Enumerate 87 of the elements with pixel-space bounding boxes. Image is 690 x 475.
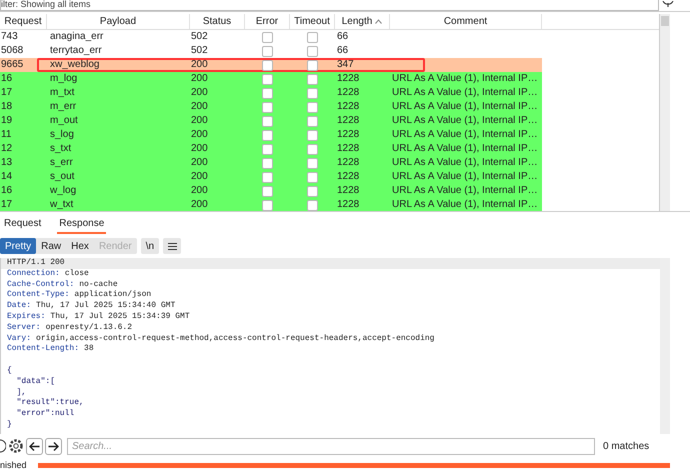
table-cell-text: 200 [190, 114, 209, 128]
table-cell-text: 347 [336, 58, 355, 72]
header-value: close [64, 268, 89, 278]
table-cell-text: 18 [0, 100, 14, 114]
header-value: openresty/1.13.6.2 [46, 322, 132, 332]
table-cell-text: 66 [336, 30, 350, 44]
table-cell-text: 502 [190, 30, 209, 44]
table-cell-text: 1228 [336, 128, 360, 142]
table-cell-text: 1228 [336, 72, 360, 86]
json-line: } [7, 420, 12, 429]
table-cell-text: m_log [49, 72, 78, 86]
table-cell-text: URL As A Value (1), Internal IP… [391, 184, 539, 198]
table-cell-text: 17 [0, 198, 14, 211]
table-cell-text: m_txt [49, 86, 76, 100]
table-cell-text: 200 [190, 170, 209, 184]
table-cell-text: 200 [190, 58, 209, 72]
header-name: Vary: [7, 334, 32, 343]
table-cell-text: URL As A Value (1), Internal IP… [391, 128, 539, 142]
table-cell-text: 1228 [336, 170, 360, 184]
status-line: HTTP/1.1 200 [7, 258, 65, 267]
header-name: Cache-Control: [7, 280, 74, 289]
table-cell-text: URL As A Value (1), Internal IP… [391, 72, 539, 86]
table-cell-text: 200 [190, 156, 209, 170]
json-line: ], [16, 388, 26, 397]
table-cell-text: URL As A Value (1), Internal IP… [391, 100, 539, 114]
table-cell-text: m_err [49, 100, 78, 114]
table-cell-text: 13 [0, 156, 14, 170]
table-cell-text: 502 [190, 44, 209, 58]
table-cell-text: 17 [0, 86, 14, 100]
table-cell-text: 200 [190, 100, 209, 114]
table-cell-text: xw_weblog [49, 58, 100, 72]
table-cell-text: 9665 [0, 58, 24, 72]
header-value: Thu, 17 Jul 2025 15:34:40 GMT [36, 301, 176, 310]
table-cell-text: 19 [0, 114, 14, 128]
table-cell-text: 200 [190, 198, 209, 211]
table-cell-text: 14 [0, 170, 14, 184]
table-cell-text: 200 [190, 72, 209, 86]
table-cell-text: anagina_err [49, 30, 104, 44]
json-line: { [7, 366, 12, 375]
table-cell-text: w_txt [49, 198, 74, 211]
table-cell-text: 66 [336, 44, 350, 58]
table-cell-text: 743 [0, 30, 19, 44]
table-cell-text: URL As A Value (1), Internal IP… [391, 198, 539, 211]
table-cell-text: s_err [49, 156, 74, 170]
table-cell-text: terrytao_err [49, 44, 103, 58]
header-value: application/json [74, 290, 152, 300]
header-value: no-cache [79, 280, 118, 289]
json-line: "data":[ [16, 376, 56, 386]
table-cell-text: 200 [190, 128, 209, 142]
table-cell-text: 5068 [0, 44, 24, 58]
table-cell-text: 200 [190, 86, 209, 100]
status-text: nished [0, 460, 28, 470]
header-value: Thu, 17 Jul 2025 15:34:39 GMT [50, 312, 190, 321]
table-cell-text: 1228 [336, 142, 360, 156]
table-cell-text: URL As A Value (1), Internal IP… [391, 114, 539, 128]
header-name: Server: [7, 322, 41, 332]
table-cell-text: 16 [0, 72, 14, 86]
table-cell-text: 1228 [336, 198, 360, 211]
table-cell-text: URL As A Value (1), Internal IP… [391, 86, 539, 100]
match-count: 0 matches [603, 440, 650, 454]
table-cell-text: 12 [0, 142, 14, 156]
header-name: Content-Type: [7, 290, 70, 300]
json-line: "result":true, [16, 398, 84, 408]
table-cell-text: 1228 [336, 100, 360, 114]
header-value: 38 [84, 344, 94, 354]
table-cell-text: 1228 [336, 114, 360, 128]
table-cell-text: m_out [49, 114, 79, 128]
table-cell-text: 16 [0, 184, 14, 198]
table-cell-text: s_out [49, 170, 76, 184]
table-cell-text: s_txt [49, 142, 72, 156]
table-cell-text: URL As A Value (1), Internal IP… [391, 156, 539, 170]
header-value: origin,access-control-request-method,access-control-request-headers,accept-encoding [36, 334, 434, 343]
header-name: Connection: [7, 268, 60, 278]
table-cell-text: URL As A Value (1), Internal IP… [391, 142, 539, 156]
table-cell-text: 11 [0, 128, 12, 142]
json-line: "error":null [16, 409, 74, 418]
table-cell-text: 1228 [336, 184, 360, 198]
header-name: Expires: [7, 312, 46, 321]
table-cell-text: 200 [190, 142, 209, 156]
table-cell-text: URL As A Value (1), Internal IP… [391, 170, 539, 184]
header-name: Date: [7, 301, 32, 310]
table-cell-text: 200 [190, 184, 209, 198]
table-cell-text: 1228 [336, 156, 360, 170]
table-cell-text: s_log [49, 128, 75, 142]
table-cell-text: w_log [49, 184, 78, 198]
header-name: Content-Length: [7, 344, 80, 354]
table-cell-text: 1228 [336, 86, 360, 100]
